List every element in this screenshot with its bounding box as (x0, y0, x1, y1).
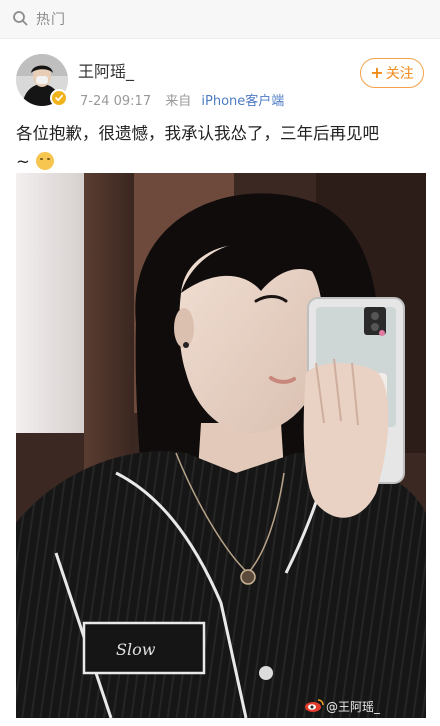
plus-icon: + (370, 63, 384, 82)
post-meta: 7-24 09:17 来自 iPhone客户端 (80, 90, 284, 109)
post-time: 7-24 09:17 (80, 94, 152, 109)
selfie-illustration: Slow (16, 173, 426, 718)
svg-text:Slow: Slow (116, 640, 156, 659)
verified-badge-icon (50, 89, 68, 107)
follow-label: 关注 (385, 66, 414, 82)
user-name[interactable]: 王阿瑶_ (78, 58, 134, 82)
hot-search-icon (13, 11, 28, 26)
post-text-line2: ~ (16, 152, 30, 171)
smile-emoji-icon (35, 152, 54, 170)
hot-bar[interactable]: 热门 (0, 0, 440, 39)
post-text-line1: 各位抱歉，很遗憾，我承认我怂了，三年后再见吧 (16, 124, 379, 143)
post-text: 各位抱歉，很遗憾，我承认我怂了，三年后再见吧 ~ (16, 120, 426, 176)
follow-button[interactable]: + 关注 (360, 58, 424, 88)
weibo-post-page: 热门 王阿瑶_ 7-24 09:17 来自 iPhone客户端 + 关注 各位抱歉… (0, 0, 440, 726)
weibo-logo-icon (305, 699, 324, 712)
post-source[interactable]: iPhone客户端 (201, 94, 284, 109)
source-prefix: 来自 (165, 94, 192, 109)
post-photo[interactable]: Slow (16, 173, 426, 718)
photo-watermark: @王阿瑶_ (326, 700, 381, 714)
hot-label: 热门 (36, 12, 66, 28)
